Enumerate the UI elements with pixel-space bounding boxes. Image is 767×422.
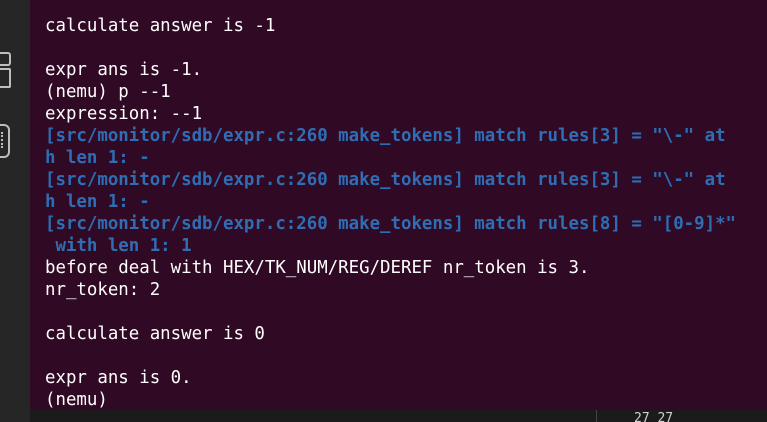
terminal-log-line: [src/monitor/sdb/expr.c:260 make_tokens]…	[45, 126, 726, 146]
terminal-line: (nemu) p --1	[45, 82, 171, 102]
terminal-line: before deal with HEX/TK_NUM/REG/DEREF nr…	[45, 258, 590, 278]
terminal-log-line: [src/monitor/sdb/expr.c:260 make_tokens]…	[45, 170, 726, 190]
terminal-line: expr ans is 0.	[45, 368, 192, 388]
terminal-line: calculate answer is -1	[45, 16, 276, 36]
split-icon[interactable]	[0, 68, 11, 88]
terminal-log-line: h len 1: -	[45, 148, 150, 168]
terminal-line: nr_token: 2	[45, 280, 161, 300]
terminal-line: expression: --1	[45, 104, 203, 124]
scroll-icon[interactable]	[0, 124, 10, 158]
terminal-log-line: [src/monitor/sdb/expr.c:260 make_tokens]…	[45, 214, 737, 234]
terminal-output: calculate answer is -1 expr ans is -1. (ne…	[45, 15, 736, 410]
screen: calculate answer is -1 expr ans is -1. (ne…	[0, 0, 767, 422]
panel-icon[interactable]	[0, 52, 11, 66]
terminal-log-line: h len 1: -	[45, 192, 150, 212]
terminal-log-line: with len 1: 1	[45, 236, 192, 256]
terminal-line: expr ans is -1.	[45, 60, 203, 80]
editor-gutter	[0, 0, 30, 422]
terminal-line: calculate answer is 0	[45, 324, 265, 344]
cursor-position: 27 27	[634, 411, 674, 422]
terminal-line: (nemu)	[45, 390, 108, 410]
terminal-window[interactable]: calculate answer is -1 expr ans is -1. (ne…	[30, 0, 767, 410]
status-divider	[596, 410, 597, 422]
